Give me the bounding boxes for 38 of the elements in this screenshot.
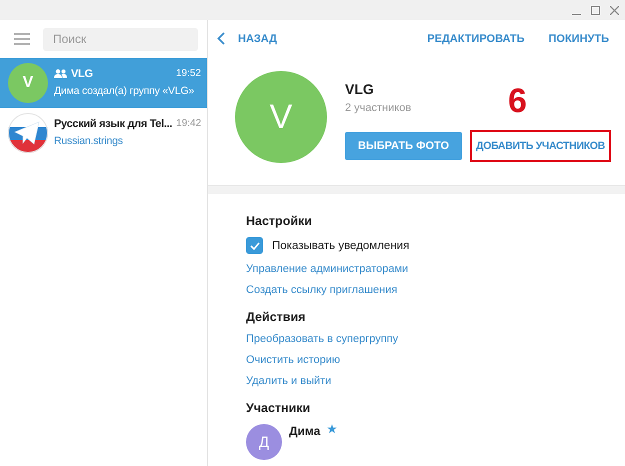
annotation-number: 6 bbox=[508, 84, 527, 118]
chat-time: 19:52 bbox=[176, 68, 201, 80]
action-link[interactable]: Создать ссылку приглашения bbox=[246, 284, 398, 296]
checkbox-label: Показывать уведомления bbox=[272, 240, 410, 252]
paper-plane-logo-icon bbox=[8, 113, 48, 153]
chat-time: 19:42 bbox=[176, 118, 202, 130]
choose-photo-button[interactable]: ВЫБРАТЬ ФОТО bbox=[345, 132, 462, 160]
chat-preview: Russian.strings bbox=[54, 134, 123, 148]
section-heading: Действия bbox=[246, 310, 306, 324]
chat-preview: Дима создал(а) группу «VLG» bbox=[54, 84, 194, 98]
group-icon bbox=[54, 69, 67, 78]
member-avatar: Д bbox=[246, 424, 282, 460]
maximize-icon[interactable] bbox=[591, 6, 600, 14]
search-field[interactable]: Поиск bbox=[43, 28, 198, 50]
group-name: VLG bbox=[345, 81, 375, 97]
chat-name: VLG bbox=[71, 68, 93, 80]
member-name: Дима bbox=[289, 424, 320, 438]
section-heading: Настройки bbox=[246, 214, 312, 228]
action-link[interactable]: Управление администраторами bbox=[246, 263, 408, 275]
header-action[interactable]: ПОКИНУТЬ bbox=[548, 32, 609, 44]
chat-item[interactable]: Русский язык для Tel... 19:42 Russian.strings bbox=[0, 108, 207, 158]
action-link[interactable]: Преобразовать в супергруппу bbox=[246, 333, 398, 345]
action-link[interactable]: Очистить историю bbox=[246, 354, 340, 366]
group-avatar: V bbox=[235, 71, 327, 163]
close-icon[interactable] bbox=[610, 6, 619, 14]
check-icon bbox=[250, 242, 260, 250]
action-link[interactable]: Удалить и выйти bbox=[246, 375, 332, 387]
header-action[interactable]: РЕДАКТИРОВАТЬ bbox=[427, 32, 524, 44]
chat-name: Русский язык для Tel... bbox=[54, 118, 172, 130]
member-count: 2 участников bbox=[345, 102, 412, 114]
section-heading: Участники bbox=[246, 401, 310, 415]
add-members-button[interactable]: ДОБАВИТЬ УЧАСТНИКОВ bbox=[470, 130, 611, 162]
chevron-left-icon bbox=[217, 32, 225, 45]
chat-avatar: V bbox=[8, 63, 48, 103]
checkbox[interactable] bbox=[246, 237, 263, 254]
back-button[interactable]: НАЗАД bbox=[217, 32, 277, 45]
chat-item[interactable]: V VLG 19:52 Дима создал(а) группу «VLG» bbox=[0, 58, 207, 108]
menu-icon[interactable] bbox=[14, 33, 30, 45]
